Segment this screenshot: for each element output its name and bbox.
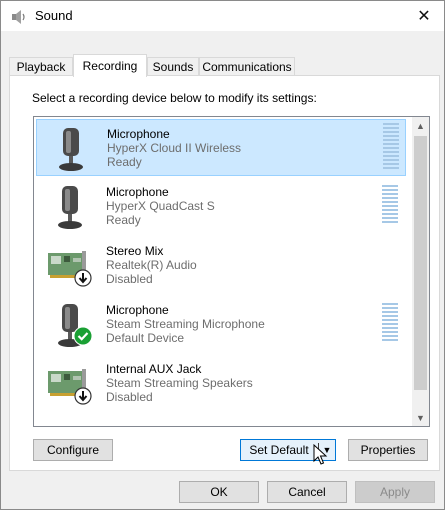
device-name: Internal AUX Jack: [106, 362, 202, 376]
device-status: Disabled: [106, 390, 153, 404]
list-item[interactable]: Internal AUX Jack Steam Streaming Speake…: [36, 355, 406, 412]
close-button[interactable]: ✕: [404, 1, 444, 31]
list-scrollbar[interactable]: ▲ ▼: [412, 117, 429, 426]
speaker-icon: [12, 10, 25, 24]
device-status: Default Device: [106, 331, 185, 345]
list-item[interactable]: Microphone HyperX QuadCast S Ready: [36, 178, 406, 235]
tab-communications[interactable]: Communications: [199, 57, 295, 76]
cancel-button[interactable]: Cancel: [267, 481, 347, 503]
disabled-arrow-icon: [74, 387, 92, 405]
level-meter: [383, 123, 399, 169]
window-title: Sound: [35, 8, 73, 23]
device-name: Microphone: [107, 127, 170, 141]
level-meter: [382, 303, 398, 341]
sound-dialog: Sound ✕ Playback Recording Sounds Commun…: [0, 0, 445, 510]
level-meter: [382, 185, 398, 223]
device-description: Steam Streaming Microphone: [106, 317, 265, 331]
configure-button[interactable]: Configure: [33, 439, 113, 461]
scroll-down-icon[interactable]: ▼: [412, 409, 429, 426]
recording-panel: Select a recording device below to modif…: [9, 75, 440, 471]
device-name: Stereo Mix: [106, 244, 164, 258]
microphone-icon: [59, 128, 83, 171]
scroll-thumb[interactable]: [414, 136, 427, 390]
mouse-pointer-icon: [313, 444, 328, 465]
instruction-text: Select a recording device below to modif…: [32, 91, 317, 105]
scroll-up-icon[interactable]: ▲: [412, 117, 429, 134]
device-description: Realtek(R) Audio: [106, 258, 197, 272]
recording-device-list[interactable]: Microphone HyperX Cloud II Wireless Read…: [33, 116, 430, 427]
device-status: Ready: [106, 213, 141, 227]
title-bar: Sound ✕: [1, 1, 444, 31]
ok-button[interactable]: OK: [179, 481, 259, 503]
microphone-icon: [58, 186, 82, 229]
apply-button[interactable]: Apply: [355, 481, 435, 503]
list-item[interactable]: Stereo Mix Realtek(R) Audio Disabled: [36, 237, 406, 294]
tab-sounds[interactable]: Sounds: [147, 57, 199, 76]
list-item[interactable]: Microphone Steam Streaming Microphone De…: [36, 296, 406, 353]
device-status: Ready: [107, 155, 142, 169]
tab-playback[interactable]: Playback: [9, 57, 73, 76]
close-icon: ✕: [417, 8, 431, 25]
device-description: HyperX QuadCast S: [106, 199, 215, 213]
device-status: Disabled: [106, 272, 153, 286]
default-check-icon: [73, 326, 93, 346]
disabled-arrow-icon: [74, 269, 92, 287]
device-name: Microphone: [106, 303, 169, 317]
set-default-label[interactable]: Set Default: [241, 440, 317, 460]
list-item[interactable]: Microphone HyperX Cloud II Wireless Read…: [36, 119, 406, 176]
device-description: Steam Streaming Speakers: [106, 376, 253, 390]
properties-button[interactable]: Properties: [348, 439, 428, 461]
device-name: Microphone: [106, 185, 169, 199]
device-description: HyperX Cloud II Wireless: [107, 141, 242, 155]
tab-recording[interactable]: Recording: [73, 54, 147, 77]
